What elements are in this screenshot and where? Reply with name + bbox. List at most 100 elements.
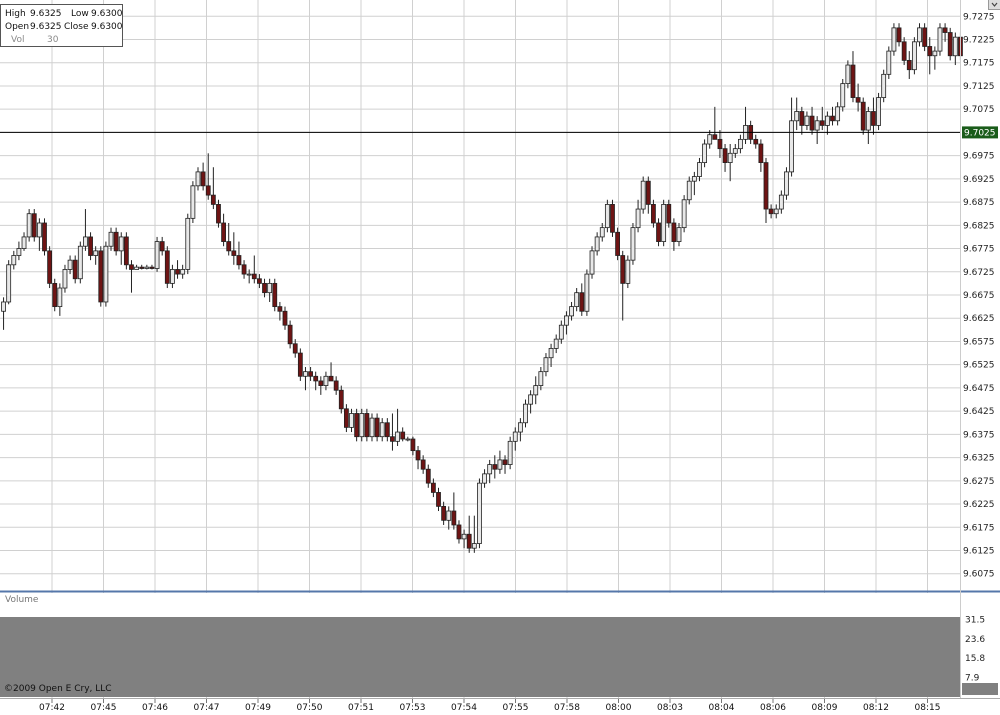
- candle-body: [374, 417, 380, 438]
- candle-body: [477, 482, 482, 544]
- y-tick-label: 9.6175: [963, 523, 995, 533]
- close-icon[interactable]: [988, 0, 1000, 10]
- candle-body: [891, 27, 897, 52]
- candle-body: [313, 375, 319, 382]
- candle: [354, 408, 360, 442]
- candle-body: [93, 250, 99, 256]
- candle-body: [707, 134, 713, 145]
- candle-body: [809, 115, 815, 131]
- candle-body: [400, 431, 406, 440]
- candle-body: [697, 162, 702, 177]
- candle-body: [26, 213, 32, 238]
- candle: [123, 232, 129, 270]
- candle-body: [190, 185, 196, 219]
- candle: [584, 269, 590, 316]
- candle-body: [441, 505, 447, 521]
- x-tick-label: 07:47: [194, 703, 220, 713]
- candle-body: [216, 204, 221, 224]
- candle: [98, 246, 104, 307]
- candle-body: [666, 204, 672, 224]
- candle-body: [405, 438, 411, 441]
- high-value: 9.6325: [30, 9, 62, 19]
- open-value: 9.6325: [30, 22, 62, 32]
- candle: [359, 408, 365, 442]
- candle: [42, 218, 47, 256]
- y-tick-label: 9.6275: [963, 477, 995, 487]
- candle-body: [390, 436, 395, 442]
- candle-body: [369, 417, 375, 438]
- candle: [876, 92, 881, 131]
- current-price-tag: 9.7025: [962, 126, 998, 139]
- y-tick-label: 9.6725: [963, 268, 995, 278]
- y-tick-label: 9.6875: [963, 198, 995, 208]
- candle-body: [492, 464, 498, 470]
- candle-body: [886, 50, 892, 75]
- price-chart[interactable]: 9.7275 9.7225 9.7175 9.7125 9.7075 9.7025 9.69…: [0, 0, 1000, 715]
- x-tick-label: 08:09: [812, 703, 838, 713]
- y-tick-label: 9.7125: [963, 82, 995, 92]
- candle-body: [732, 148, 738, 154]
- candle-body: [610, 204, 615, 233]
- x-tick-label: 08:03: [657, 703, 683, 713]
- candle: [891, 23, 897, 56]
- y-tick-label: 9.6425: [963, 407, 995, 417]
- candle-body: [343, 408, 349, 428]
- candle-body: [937, 27, 943, 52]
- candle-body: [799, 111, 805, 126]
- x-tick-label: 07:50: [297, 703, 323, 713]
- candle: [52, 278, 58, 312]
- candle-body: [927, 46, 933, 57]
- candle-body: [871, 111, 876, 126]
- candle-body: [149, 266, 155, 269]
- candle: [364, 408, 370, 442]
- candle: [190, 181, 196, 223]
- candle-body: [123, 236, 129, 266]
- candle-body: [170, 269, 175, 284]
- candle: [681, 195, 687, 233]
- y-tick-label: 9.6225: [963, 500, 995, 510]
- candle-body: [835, 106, 841, 122]
- candle: [881, 69, 887, 103]
- close-label: Close: [64, 22, 89, 32]
- candle-body: [159, 241, 165, 252]
- candle-body: [686, 180, 692, 201]
- y-tick-label: 9.6075: [963, 570, 995, 580]
- candle-body: [251, 273, 257, 280]
- candle-body: [451, 510, 457, 526]
- candle-body: [712, 134, 718, 140]
- x-tick-label: 07:49: [245, 703, 271, 713]
- x-tick-label: 07:46: [142, 703, 168, 713]
- candle-body: [717, 138, 723, 150]
- candle-body: [425, 468, 431, 484]
- candle-body: [21, 236, 27, 249]
- candle-body: [308, 371, 313, 377]
- candle-body: [768, 208, 774, 215]
- candle: [6, 260, 12, 305]
- candle-body: [896, 27, 902, 43]
- candle-body: [47, 250, 53, 284]
- candle: [164, 246, 170, 289]
- vol-label: Vol: [11, 35, 25, 45]
- candle-body: [579, 292, 585, 312]
- candle-body: [164, 250, 170, 284]
- candle-body: [727, 152, 733, 163]
- y-tick-label: 9.6825: [963, 221, 995, 231]
- candle: [610, 199, 615, 237]
- candle-body: [379, 422, 385, 438]
- candle-body: [354, 413, 360, 438]
- x-tick-label: 07:51: [348, 703, 374, 713]
- candle-body: [129, 264, 134, 270]
- y-tick-label: 9.7275: [963, 12, 995, 22]
- candle-body: [118, 236, 124, 252]
- candle-body: [57, 287, 63, 308]
- volume-value-tag: [962, 683, 998, 695]
- x-tick-label: 08:06: [760, 703, 786, 713]
- candle: [103, 241, 109, 307]
- candle: [47, 246, 53, 289]
- candle-body: [349, 413, 354, 428]
- volume-panel-label: Volume: [5, 595, 39, 605]
- candle-body: [113, 231, 119, 252]
- candle-body: [359, 413, 365, 438]
- candle-body: [236, 255, 242, 266]
- candle-body: [738, 138, 743, 150]
